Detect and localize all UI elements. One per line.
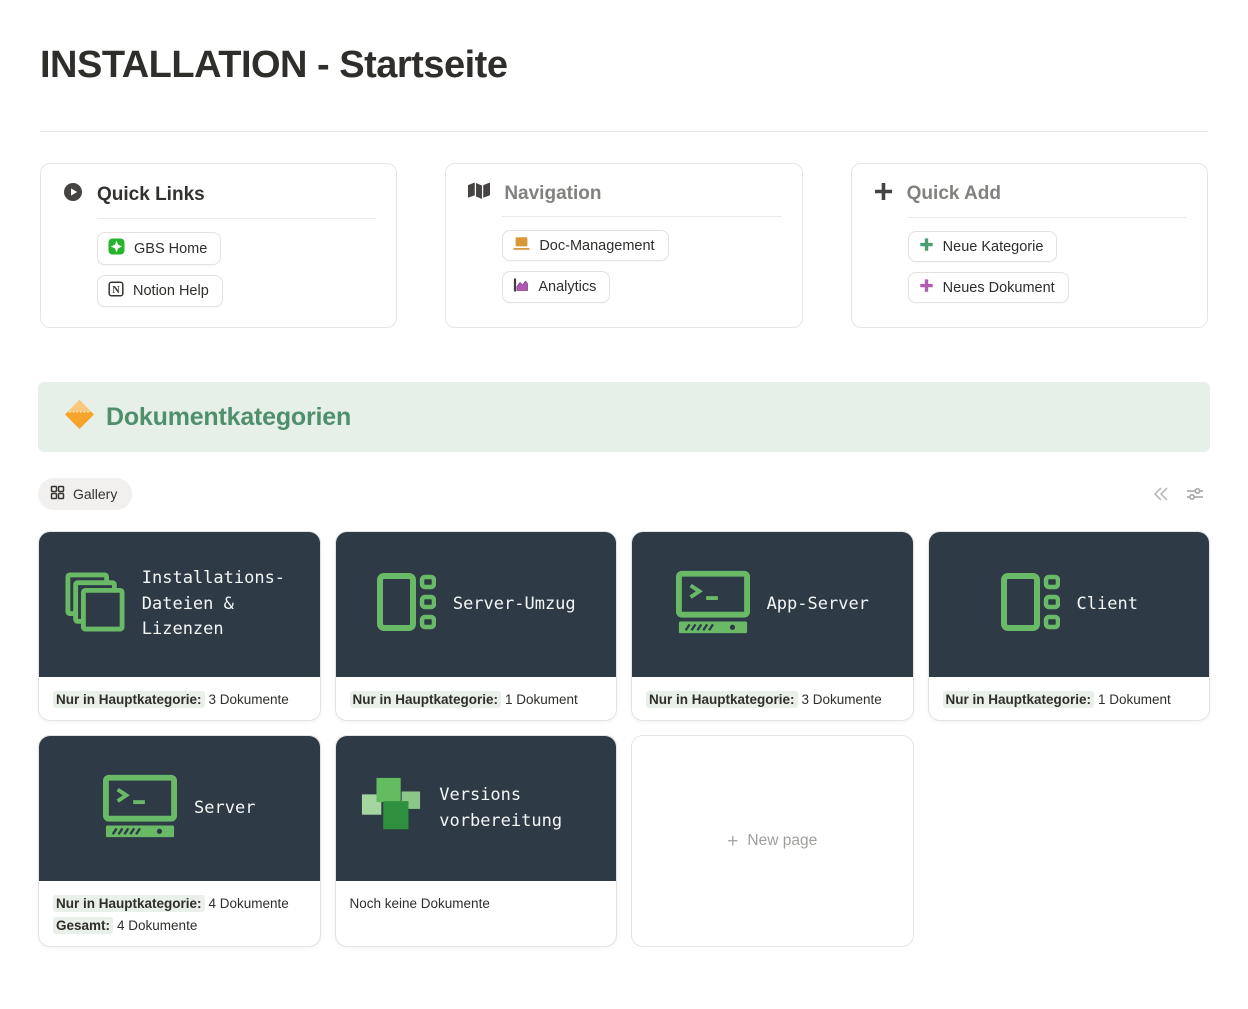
card-versionsvorbereitung[interactable]: Versions vorbereitung Noch keine Dokumen…: [335, 735, 618, 947]
card-cover: Server: [39, 736, 320, 881]
card-cover: Installations-Dateien & Lizenzen: [39, 532, 320, 677]
callout-header: Quick Add: [874, 182, 1187, 206]
chevrons-left-icon[interactable]: [1152, 487, 1169, 501]
card-title: App-Server: [767, 592, 869, 618]
caption-label: Nur in Hauptkategorie:: [53, 691, 205, 708]
view-bar: Gallery: [38, 478, 1210, 510]
plus-green-icon: [919, 237, 934, 256]
caption-value: 1 Dokument: [505, 692, 578, 707]
caption-value: Noch keine Dokumente: [350, 896, 490, 911]
card-client[interactable]: Client Nur in Hauptkategorie:1 Dokument: [928, 531, 1211, 721]
sparkle-badge-icon: [108, 238, 125, 259]
neue-kategorie-button[interactable]: Neue Kategorie: [908, 231, 1058, 262]
caption-value: 4 Dokumente: [209, 896, 289, 911]
card-cover: Server-Umzug: [336, 532, 617, 677]
button-label: Analytics: [538, 279, 596, 295]
caption-label: Nur in Hauptkategorie:: [646, 691, 798, 708]
card-caption: Nur in Hauptkategorie: 4 Dokumente Gesamt…: [39, 881, 320, 946]
tune-icon[interactable]: [1186, 487, 1204, 501]
caption-label: Nur in Hauptkategorie:: [943, 691, 1095, 708]
divider: [502, 216, 781, 217]
button-label: Neue Kategorie: [943, 239, 1044, 255]
tab-gallery[interactable]: Gallery: [38, 478, 132, 510]
callout-header: Navigation: [468, 182, 781, 205]
card-caption: Nur in Hauptkategorie: 3 Dokumente: [632, 677, 913, 720]
callout-title: Navigation: [504, 183, 601, 205]
gallery-grid: Installations-Dateien & Lizenzen Nur in …: [38, 531, 1210, 947]
card-server-umzug[interactable]: Server-Umzug Nur in Hauptkategorie:1 Dok…: [335, 531, 618, 721]
page-title: INSTALLATION - Startseite: [40, 44, 1208, 87]
card-title: Versions vorbereitung: [439, 783, 591, 834]
callout-row: Quick Links GBS Home N Notion Help: [40, 163, 1208, 328]
svg-text:N: N: [112, 285, 120, 296]
card-caption: Nur in Hauptkategorie: 3 Dokumente: [39, 677, 320, 720]
caption-label: Gesamt:: [53, 917, 113, 934]
plus-icon: +: [727, 832, 738, 851]
plus-purple-icon: [919, 278, 934, 297]
terminal-server-icon: [676, 570, 750, 639]
card-app-server[interactable]: App-Server Nur in Hauptkategorie: 3 Dokum…: [631, 531, 914, 721]
button-label: GBS Home: [134, 241, 207, 257]
callout-navigation: Navigation Doc-Management Analytics: [445, 163, 802, 328]
callout-title: Quick Links: [97, 184, 205, 206]
view-actions: [1152, 487, 1210, 501]
gbs-home-button[interactable]: GBS Home: [97, 232, 221, 265]
caption-value: 4 Dokumente: [117, 918, 197, 933]
tab-label: Gallery: [73, 486, 117, 502]
version-blocks-icon: [360, 775, 422, 842]
play-circle-icon: [63, 182, 83, 207]
device-list-icon: [1000, 573, 1060, 636]
card-cover: Client: [929, 532, 1210, 677]
card-title: Server: [194, 796, 255, 822]
caption-value: 3 Dokumente: [802, 692, 882, 707]
section-banner: Dokumentkategorien: [38, 382, 1210, 452]
map-icon: [468, 182, 490, 205]
notion-help-button[interactable]: N Notion Help: [97, 275, 223, 307]
divider: [40, 131, 1208, 132]
card-title: Server-Umzug: [453, 592, 576, 618]
card-cover: App-Server: [632, 532, 913, 677]
divider: [908, 217, 1187, 218]
callout-header: Quick Links: [63, 182, 376, 207]
analytics-button[interactable]: Analytics: [502, 271, 610, 303]
card-caption: Nur in Hauptkategorie:1 Dokument: [336, 677, 617, 720]
card-title: Installations-Dateien & Lizenzen: [142, 566, 294, 643]
laptop-icon: [513, 236, 530, 255]
gallery-grid-icon: [50, 485, 65, 503]
caption-label: Nur in Hauptkategorie:: [350, 691, 502, 708]
caption-value: 1 Dokument: [1098, 692, 1171, 707]
notion-logo-icon: N: [108, 281, 124, 301]
card-title: Client: [1077, 592, 1138, 618]
card-server[interactable]: Server Nur in Hauptkategorie: 4 Dokumente…: [38, 735, 321, 947]
caption-value: 3 Dokumente: [209, 692, 289, 707]
section-title: Dokumentkategorien: [106, 403, 351, 432]
new-page-button[interactable]: + New page: [631, 735, 914, 947]
button-label: Doc-Management: [539, 238, 654, 254]
button-label: Notion Help: [133, 283, 209, 299]
button-label: Neues Dokument: [943, 280, 1055, 296]
callout-quick-links: Quick Links GBS Home N Notion Help: [40, 163, 397, 328]
new-page-label: New page: [747, 832, 817, 850]
terminal-server-icon: [103, 774, 177, 843]
divider: [97, 218, 376, 219]
diamond-icon: [64, 399, 95, 435]
page: INSTALLATION - Startseite Quick Links GB…: [0, 44, 1248, 947]
card-caption: Nur in Hauptkategorie:1 Dokument: [929, 677, 1210, 720]
card-cover: Versions vorbereitung: [336, 736, 617, 881]
card-installations-dateien-lizenzen[interactable]: Installations-Dateien & Lizenzen Nur in …: [38, 531, 321, 721]
area-chart-icon: [513, 277, 529, 297]
caption-label: Nur in Hauptkategorie:: [53, 895, 205, 912]
callout-title: Quick Add: [907, 183, 1001, 205]
callout-quick-add: Quick Add Neue Kategorie Neues Dokument: [851, 163, 1208, 328]
device-list-icon: [376, 573, 436, 636]
doc-management-button[interactable]: Doc-Management: [502, 230, 668, 261]
card-caption: Noch keine Dokumente: [336, 881, 617, 924]
stacked-squares-icon: [65, 572, 125, 637]
neues-dokument-button[interactable]: Neues Dokument: [908, 272, 1069, 303]
plus-icon: [874, 182, 893, 206]
